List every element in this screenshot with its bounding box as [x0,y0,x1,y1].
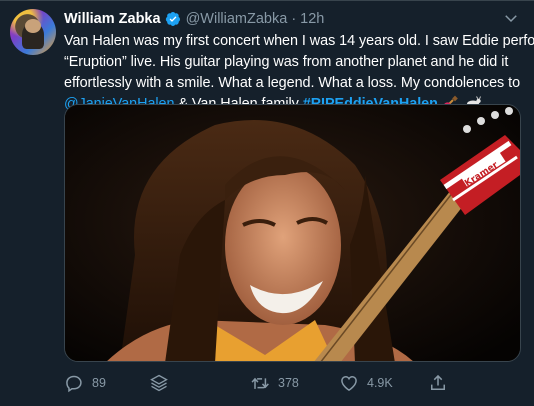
layers-icon [150,374,168,392]
timestamp[interactable]: 12h [300,11,324,27]
retweet-count: 378 [278,376,299,390]
tweet-header: William Zabka @WilliamZabka · 12h [64,10,324,28]
tweet-actions: 89 378 4.9K [62,372,522,394]
reply-icon [66,375,82,393]
reply-button[interactable]: 89 [64,372,106,394]
tweet-photo[interactable]: Kramer [64,104,521,362]
separator-dot: · [291,11,297,27]
retweet-button[interactable]: 378 [250,372,299,394]
reply-count: 89 [92,376,106,390]
like-icon [341,375,357,391]
tweet-text-line: effortlessly with a smile. What a legend… [64,75,521,91]
author-handle[interactable]: @WilliamZabka [186,11,288,27]
share-button[interactable] [428,372,456,394]
author-name[interactable]: William Zabka [64,11,161,27]
share-icon [431,374,445,390]
like-button[interactable]: 4.9K [339,372,393,394]
avatar[interactable] [10,9,56,55]
layers-button[interactable] [149,372,177,394]
like-count: 4.9K [367,376,393,390]
tweet-text: Van Halen was my first concert when I wa… [64,31,534,115]
verified-badge-icon [165,11,181,27]
tweet-text-line: “Eruption” live. His guitar playing was … [64,54,509,70]
tweet-card[interactable]: William Zabka @WilliamZabka · 12h Van Ha… [0,0,534,406]
avatar-figure-head [25,19,41,33]
retweet-icon [251,377,269,389]
tweet-text-line: Van Halen was my first concert when I wa… [64,33,534,49]
chevron-down-icon[interactable] [502,9,520,27]
